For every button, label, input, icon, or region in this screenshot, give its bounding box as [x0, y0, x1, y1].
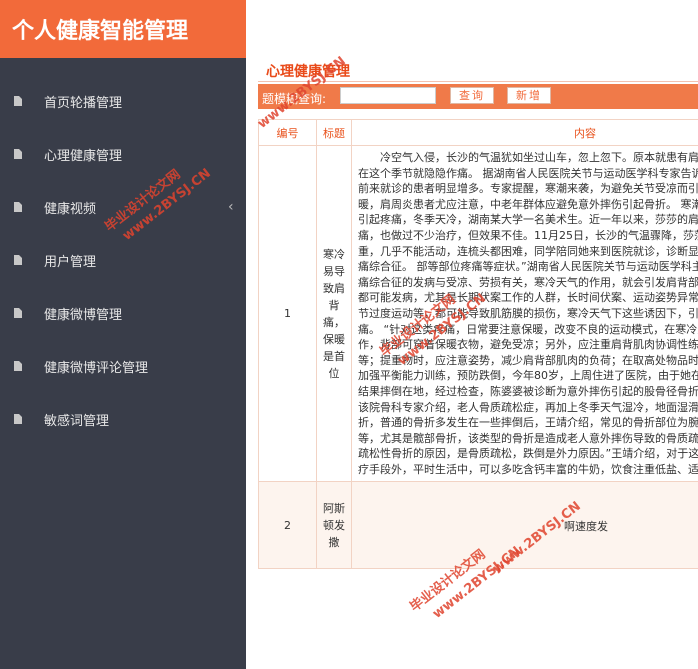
sidebar-item-label: 健康微博管理: [44, 307, 123, 323]
top-header: [246, 0, 698, 58]
sidebar-item-sensitive-words[interactable]: 敏感词管理: [0, 399, 246, 439]
cell-content: 冷空气入侵，长沙的气温犹如坐过山车，忽上忽下。原本就患有肩周炎、腰背痛等的人，在…: [351, 145, 698, 482]
document-icon: [14, 255, 22, 265]
cell-id: 1: [258, 145, 317, 482]
search-button[interactable]: 查询: [450, 87, 494, 104]
document-icon: [14, 361, 22, 371]
column-header-content: 内容: [351, 119, 698, 146]
sidebar-item-label: 用户管理: [44, 254, 97, 270]
data-table: 编号 标题 内容 1 寒冷易导致肩背痛，保暖是首位 冷空气入侵，长沙的气温犹如坐…: [258, 119, 698, 569]
sidebar: 个人健康智能管理 首页轮播管理 心理健康管理 健康视频 ‹ 用户管理 健康微博管…: [0, 0, 246, 669]
chevron-left-icon[interactable]: ‹: [228, 199, 234, 215]
table-header-row: 编号 标题 内容: [258, 119, 698, 146]
sidebar-item-health-weibo[interactable]: 健康微博管理: [0, 293, 246, 333]
sidebar-item-mental-health[interactable]: 心理健康管理: [0, 134, 246, 174]
document-icon: [14, 308, 22, 318]
document-icon: [14, 414, 22, 424]
sidebar-item-label: 首页轮播管理: [44, 95, 123, 111]
document-icon: [14, 96, 22, 106]
document-icon: [14, 149, 22, 159]
cell-id: 2: [258, 481, 317, 569]
sidebar-item-label: 健康视频: [44, 201, 97, 217]
app-title: 个人健康智能管理: [0, 0, 246, 58]
search-toolbar: 题模糊查询: 查询 新增: [258, 84, 698, 109]
sidebar-item-carousel[interactable]: 首页轮播管理: [0, 81, 246, 121]
sidebar-item-weibo-comments[interactable]: 健康微博评论管理: [0, 346, 246, 386]
table-row[interactable]: 1 寒冷易导致肩背痛，保暖是首位 冷空气入侵，长沙的气温犹如坐过山车，忽上忽下。…: [258, 145, 698, 482]
cell-title: 寒冷易导致肩背痛，保暖是首位: [316, 145, 352, 482]
sidebar-item-label: 敏感词管理: [44, 413, 110, 429]
cell-title: 阿斯顿发撒: [316, 481, 352, 569]
sidebar-item-label: 健康微博评论管理: [44, 360, 149, 376]
sidebar-item-label: 心理健康管理: [44, 148, 123, 164]
sidebar-item-users[interactable]: 用户管理: [0, 240, 246, 280]
cell-content-text: 冷空气入侵，长沙的气温犹如坐过山车，忽上忽下。原本就患有肩周炎、腰背痛等的人，在…: [358, 151, 698, 476]
document-icon: [14, 202, 22, 212]
search-input[interactable]: [340, 87, 436, 104]
add-button[interactable]: 新增: [507, 87, 551, 104]
column-header-title: 标题: [316, 119, 352, 146]
